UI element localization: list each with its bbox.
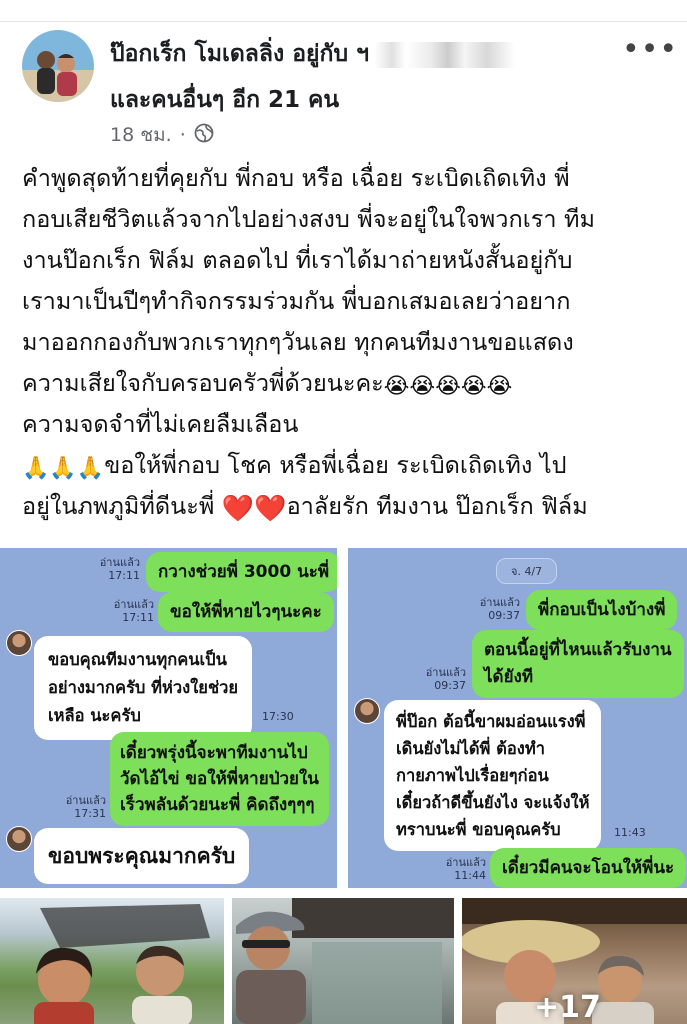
- chat-bubble-sent: ตอนนี้อยู่ที่ไหนแล้วรับงาน ได้ยังที: [472, 630, 684, 698]
- post-line: คำพูดสุดท้ายที่คุยกับ พี่กอบ หรือ เฉื่อย…: [22, 164, 570, 192]
- post-line: ความจดจำที่ไม่เคยลืมเลือน: [22, 410, 299, 438]
- pray-emoji: 🙏🙏🙏: [22, 456, 105, 481]
- chat-bubble-sent: เดี๋ยวมีคนจะโอนให้พี่นะ: [490, 848, 687, 888]
- post-line: 🙏🙏🙏ขอให้พี่กอบ โชค หรือพี่เฉื่อย ระเบิดเ…: [22, 445, 672, 486]
- meta-separator: ·: [179, 124, 186, 146]
- post-photo[interactable]: [0, 898, 224, 1024]
- more-horizontal-icon[interactable]: •••: [622, 32, 678, 67]
- post-line-text: ขอให้พี่กอบ โชค หรือพี่เฉื่อย ระเบิดเถิด…: [104, 451, 567, 479]
- message-status: อ่านแล้ว 09:37: [425, 666, 466, 692]
- post-line: อยู่ในภพภูมิที่ดีนะพี่ ❤️❤️อาลัยรัก ทีมง…: [22, 486, 672, 530]
- chat-bubble-sent: พี่กอบเป็นไงบ้างพี่: [526, 590, 678, 630]
- post-line: กอบเสียชีวิตแล้วจากไปอย่างสงบ พี่จะอยู่ใ…: [22, 205, 596, 233]
- post-line-text: อยู่ในภพภูมิที่ดีนะพี่: [22, 492, 215, 520]
- message-time: 11:43: [614, 826, 646, 839]
- post-line: เรามาเป็นปีๆทำกิจกรรมร่วมกัน พี่บอกเสมอเ…: [22, 287, 571, 315]
- post-line-text: อาลัยรัก ทีมงาน ป๊อกเร็ก ฟิล์ม: [286, 492, 588, 520]
- chat-contact-avatar: [6, 630, 32, 656]
- post-line: งานป๊อกเร็ก ฟิล์ม ตลอดไป ที่เราได้มาถ่าย…: [22, 246, 573, 274]
- message-status: อ่านแล้ว 09:37: [479, 596, 520, 622]
- more-photos-count[interactable]: +17: [534, 990, 601, 1024]
- chat-bubble-received: ขอบพระคุณมากครับ: [34, 828, 250, 884]
- post-photo[interactable]: [232, 898, 454, 1024]
- chat-bubble-received: พี่ป๊อก ต้อนี้ขาผมอ่อนแรงพี่ เดินยังไม่ไ…: [384, 700, 602, 851]
- chat-screenshot-left[interactable]: อ่านแล้ว 17:11 กวางช่วยพี่ 3000 นะพี่ อ่า…: [0, 548, 337, 888]
- post-line: ความเสียใจกับครอบครัวพี่ด้วยนะคะ😭😭😭😭😭: [22, 363, 672, 404]
- message-status: อ่านแล้ว 17:11: [99, 556, 140, 582]
- message-time: 17:30: [262, 710, 294, 723]
- message-status: อ่านแล้ว 17:11: [113, 598, 154, 624]
- post-text: คำพูดสุดท้ายที่คุยกับ พี่กอบ หรือ เฉื่อย…: [22, 158, 672, 530]
- message-status: อ่านแล้ว 17:31: [65, 794, 106, 820]
- others-link[interactable]: และคนอื่นๆ อีก 21 คน: [110, 82, 339, 118]
- post-meta: 18 ชม. ·: [110, 120, 214, 150]
- with-label: อยู่กับ: [292, 41, 349, 67]
- chat-bubble-sent: เดี๋ยวพรุ่งนี้จะพาทีมงานไป วัดไอ้ไข่ ขอใ…: [110, 732, 329, 826]
- message-status: อ่านแล้ว 11:44: [445, 856, 486, 882]
- chat-contact-avatar: [354, 698, 380, 724]
- post-line: มาออกกองกับพวกเราทุกๆวันเลย ทุกคนทีมงานข…: [22, 328, 574, 356]
- author-avatar[interactable]: [22, 30, 94, 102]
- chat-bubble-sent: ขอให้พี่หายไวๆนะคะ: [158, 592, 334, 632]
- globe-icon: [194, 123, 214, 148]
- tagged-user-prefix[interactable]: ฯ: [356, 41, 369, 67]
- heart-emoji: ❤️❤️: [221, 494, 287, 524]
- chat-bubble-sent: กวางช่วยพี่ 3000 นะพี่: [146, 552, 337, 592]
- post-author-line: ป๊อกเร็ก โมเดลลิ่ง อยู่กับ ฯ: [110, 36, 630, 72]
- chat-screenshot-right[interactable]: จ. 4/7 อ่านแล้ว 09:37 พี่กอบเป็นไงบ้างพี่…: [348, 548, 687, 888]
- post-line-text: ความเสียใจกับครอบครัวพี่ด้วยนะคะ: [22, 369, 384, 397]
- blurred-tagged-name: [375, 41, 515, 68]
- chat-bubble-received: ขอบคุณทีมงานทุกคนเป็น อย่างมากครับ ที่ห่…: [34, 636, 253, 740]
- crying-face-emoji: 😭😭😭😭😭: [383, 374, 513, 399]
- author-name-link[interactable]: ป๊อกเร็ก โมเดลลิ่ง: [110, 41, 284, 67]
- chat-contact-avatar: [6, 826, 32, 852]
- post-time[interactable]: 18 ชม.: [110, 120, 172, 150]
- chat-date-pill: จ. 4/7: [496, 558, 558, 584]
- top-divider: [0, 0, 687, 22]
